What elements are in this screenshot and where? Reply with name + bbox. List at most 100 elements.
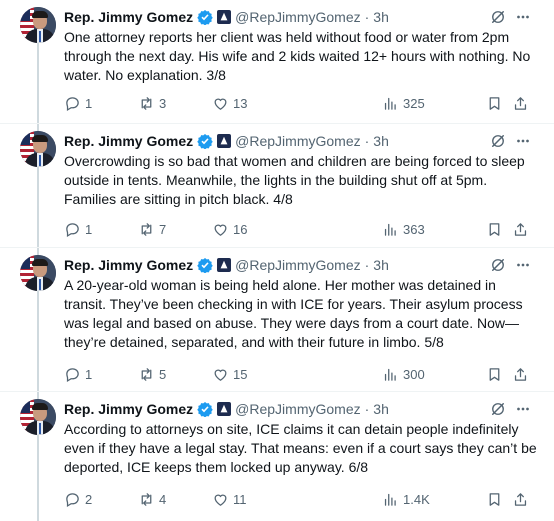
more-icon[interactable]: [514, 400, 532, 418]
thread-line: [37, 43, 39, 124]
reply-button[interactable]: 1: [64, 364, 92, 384]
share-icon: [514, 222, 527, 236]
reply-count: 2: [85, 491, 93, 507]
share-icon: [514, 96, 527, 110]
reply-button[interactable]: 1: [64, 219, 92, 239]
views-count: 363: [403, 221, 425, 237]
tweet-header: Rep. Jimmy Gomez @RepJimmyGomez · 3h: [64, 132, 389, 150]
reply-button[interactable]: 2: [64, 489, 92, 509]
grok-icon[interactable]: [489, 256, 507, 274]
author-handle[interactable]: @RepJimmyGomez: [235, 133, 360, 149]
like-count: 13: [233, 95, 248, 111]
views-button[interactable]: 325: [382, 93, 425, 113]
timestamp[interactable]: 3h: [373, 257, 389, 273]
like-icon: [214, 369, 227, 381]
share-button[interactable]: [512, 219, 529, 239]
government-affiliate-icon: [217, 134, 232, 148]
tweet-text: Overcrowding is so bad that women and ch…: [64, 153, 529, 207]
like-button[interactable]: 11: [212, 489, 247, 509]
like-count: 16: [233, 221, 248, 237]
reply-icon: [66, 96, 79, 111]
like-count: 11: [233, 491, 247, 507]
views-count: 300: [403, 366, 425, 382]
author-name[interactable]: Rep. Jimmy Gomez: [64, 401, 193, 417]
like-icon: [214, 98, 227, 110]
more-icon[interactable]: [514, 8, 532, 26]
tweet-text: A 20-year-old woman is being held alone.…: [64, 277, 527, 350]
grok-icon[interactable]: [489, 8, 507, 26]
reply-icon: [66, 367, 79, 382]
reply-button[interactable]: 1: [64, 93, 92, 113]
retweet-count: 4: [159, 491, 167, 507]
share-button[interactable]: [512, 93, 529, 113]
author-name[interactable]: Rep. Jimmy Gomez: [64, 9, 193, 25]
action-bar: 2 4 11 1.4K: [64, 489, 534, 509]
tweet[interactable]: Rep. Jimmy Gomez @RepJimmyGomez · 3h One…: [0, 0, 554, 124]
verified-badge-icon: [197, 401, 213, 417]
avatar[interactable]: [20, 399, 56, 435]
author-name[interactable]: Rep. Jimmy Gomez: [64, 133, 193, 149]
reply-count: 1: [85, 366, 93, 382]
views-icon: [384, 368, 396, 381]
retweet-count: 3: [159, 95, 167, 111]
timestamp[interactable]: 3h: [373, 9, 389, 25]
retweet-icon: [141, 492, 152, 506]
timestamp[interactable]: 3h: [373, 133, 389, 149]
like-icon: [214, 494, 227, 506]
action-bar: 1 7 16 363: [64, 219, 534, 239]
more-icon[interactable]: [514, 132, 532, 150]
bookmark-button[interactable]: [486, 489, 503, 509]
grok-icon[interactable]: [489, 400, 507, 418]
retweet-button[interactable]: 7: [138, 219, 166, 239]
government-affiliate-icon: [217, 258, 232, 272]
bookmark-button[interactable]: [486, 93, 503, 113]
like-button[interactable]: 15: [212, 364, 247, 384]
tweet-header: Rep. Jimmy Gomez @RepJimmyGomez · 3h: [64, 8, 389, 26]
share-button[interactable]: [512, 364, 529, 384]
author-handle[interactable]: @RepJimmyGomez: [235, 9, 360, 25]
like-icon: [214, 224, 227, 236]
tweet[interactable]: Rep. Jimmy Gomez @RepJimmyGomez · 3h Acc…: [0, 392, 554, 521]
retweet-button[interactable]: 4: [138, 489, 166, 509]
bookmark-icon: [489, 222, 500, 236]
share-icon: [514, 367, 527, 381]
bookmark-icon: [489, 492, 500, 506]
bookmark-button[interactable]: [486, 219, 503, 239]
tweet[interactable]: Rep. Jimmy Gomez @RepJimmyGomez · 3h A 2…: [0, 248, 554, 392]
author-handle[interactable]: @RepJimmyGomez: [235, 401, 360, 417]
tweet-text: According to attorneys on site, ICE clai…: [64, 421, 541, 475]
action-bar: 1 3 13 325: [64, 93, 534, 113]
author-handle[interactable]: @RepJimmyGomez: [235, 257, 360, 273]
retweet-button[interactable]: 5: [138, 364, 166, 384]
avatar[interactable]: [20, 255, 56, 291]
verified-badge-icon: [197, 133, 213, 149]
author-name[interactable]: Rep. Jimmy Gomez: [64, 257, 193, 273]
views-count: 1.4K: [403, 491, 430, 507]
thread-line: [37, 291, 39, 392]
share-button[interactable]: [512, 489, 529, 509]
timestamp[interactable]: 3h: [373, 401, 389, 417]
like-count: 15: [233, 366, 248, 382]
retweet-icon: [141, 222, 152, 236]
reply-count: 1: [85, 95, 93, 111]
avatar[interactable]: [20, 131, 56, 167]
verified-badge-icon: [197, 257, 213, 273]
views-button[interactable]: 1.4K: [382, 489, 430, 509]
retweet-button[interactable]: 3: [138, 93, 166, 113]
retweet-count: 7: [159, 221, 167, 237]
retweet-icon: [141, 96, 152, 110]
like-button[interactable]: 13: [212, 93, 247, 113]
tweet[interactable]: Rep. Jimmy Gomez @RepJimmyGomez · 3h Ove…: [0, 124, 554, 248]
tweet-header: Rep. Jimmy Gomez @RepJimmyGomez · 3h: [64, 400, 389, 418]
views-button[interactable]: 363: [382, 219, 425, 239]
bookmark-button[interactable]: [486, 364, 503, 384]
government-affiliate-icon: [217, 402, 232, 416]
like-button[interactable]: 16: [212, 219, 247, 239]
grok-icon[interactable]: [489, 132, 507, 150]
thread-line: [37, 435, 39, 521]
more-icon[interactable]: [514, 256, 532, 274]
views-button[interactable]: 300: [382, 364, 425, 384]
separator-dot: ·: [364, 9, 370, 25]
avatar[interactable]: [20, 7, 56, 43]
retweet-count: 5: [159, 366, 167, 382]
